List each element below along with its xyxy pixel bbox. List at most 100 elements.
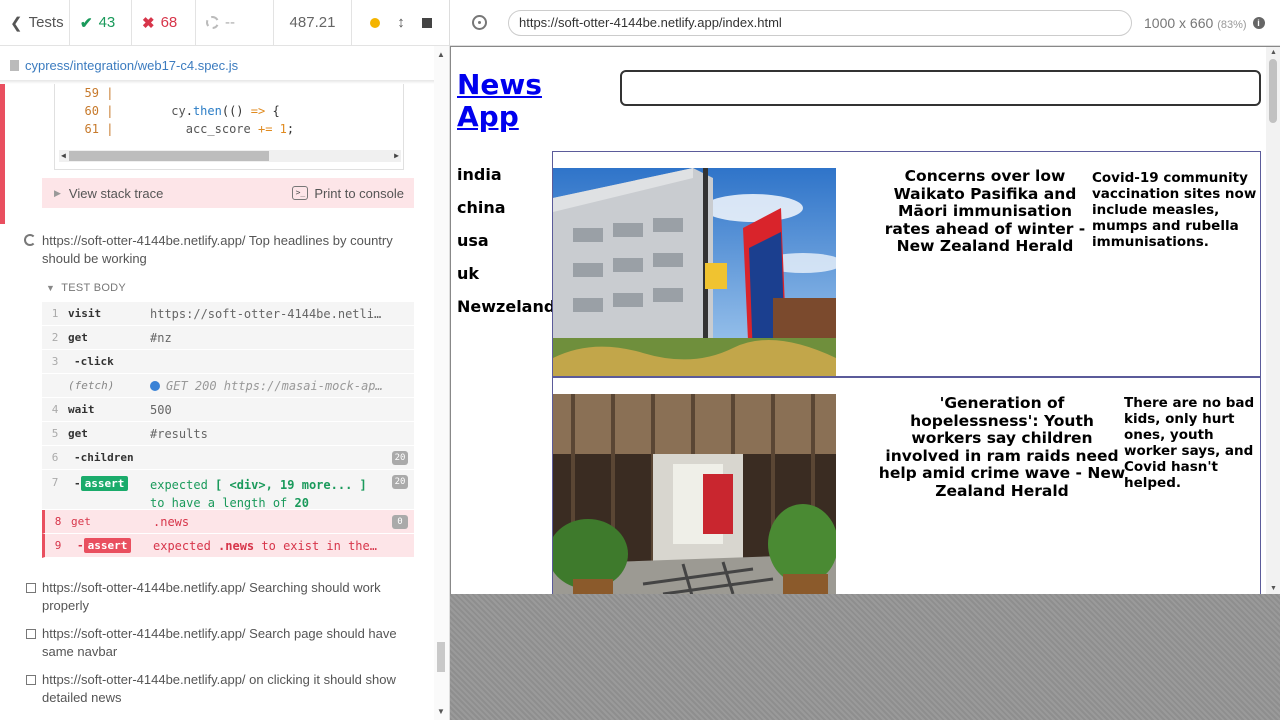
command-number: 6 — [51, 451, 59, 464]
command-row[interactable]: 2 get #nz — [42, 326, 414, 350]
running-test[interactable]: https://soft-otter-4144be.netlify.app/ T… — [24, 232, 404, 268]
code-horizontal-scrollbar[interactable]: ◀ ▶ — [59, 150, 401, 162]
element-count-badge: 0 — [392, 515, 408, 529]
reporter-panel: ❮ Tests ✔ 43 ✖ 68 -- 487.21 ↕ cypress/in… — [0, 0, 450, 720]
command-row[interactable]: 7 - assert expected [ <div>, 19 more... ]… — [42, 470, 414, 510]
search-input[interactable] — [620, 70, 1261, 106]
country-link-nz[interactable]: Newzeland — [457, 297, 555, 330]
scroll-right-icon[interactable]: ▶ — [394, 150, 399, 162]
pending-test-icon — [26, 675, 36, 685]
run-controls: ↕ — [352, 0, 449, 45]
fetch-message: GET 200 https://masai-mock-api.herokuapp… — [166, 378, 414, 393]
aut-iframe: News App india china usa uk Newzeland Co… — [451, 47, 1280, 594]
url-field[interactable]: https://soft-otter-4144be.netlify.app/in… — [508, 9, 1132, 36]
stop-icon[interactable] — [421, 17, 432, 28]
passed-count[interactable]: ✔ 43 — [70, 0, 132, 45]
app-logo-link[interactable]: News App — [457, 69, 557, 133]
country-link-uk[interactable]: uk — [457, 264, 555, 297]
scroll-up-icon[interactable]: ▲ — [437, 50, 445, 59]
code-line: 59 | — [84, 86, 114, 100]
results-container: Concerns over low Waikato Pasifika and M… — [552, 151, 1261, 594]
command-row[interactable]: 3 -click — [42, 350, 414, 374]
command-name: visit — [68, 307, 102, 320]
command-number: 3 — [51, 355, 59, 368]
pending-count[interactable]: -- — [196, 0, 274, 45]
element-count-badge: 20 — [392, 475, 408, 489]
command-number: 7 — [51, 476, 59, 489]
reporter-scrollbar[interactable]: ▲ ▼ — [434, 46, 449, 720]
scroll-left-icon[interactable]: ◀ — [61, 150, 66, 162]
pending-icon — [206, 16, 219, 29]
command-number: 2 — [51, 331, 59, 344]
command-message: expected [ <div>, 19 more... ] to have a… — [150, 478, 367, 510]
failed-value: 68 — [160, 14, 178, 31]
scroll-down-icon[interactable]: ▼ — [1270, 585, 1277, 592]
command-row-failed[interactable]: 8 get .news 0 — [42, 510, 414, 534]
command-row[interactable]: (fetch) GET 200 https://masai-mock-api.h… — [42, 374, 414, 398]
news-title: Concerns over low Waikato Pasifika and M… — [884, 167, 1086, 255]
app-logo-text: News App — [457, 68, 542, 133]
pending-test-title: https://soft-otter-4144be.netlify.app/ o… — [42, 672, 396, 705]
command-number: 4 — [51, 403, 59, 416]
command-row[interactable]: 5 get #results — [42, 422, 414, 446]
command-row-failed[interactable]: 9 - assert expected .news to exist in the… — [42, 534, 414, 558]
failed-count[interactable]: ✖ 68 — [132, 0, 196, 45]
element-count-badge: 20 — [392, 451, 408, 465]
command-name: -children — [74, 451, 134, 464]
url-bar: https://soft-otter-4144be.netlify.app/in… — [450, 0, 1280, 46]
command-message: 500 — [150, 402, 172, 417]
spinner-icon — [24, 234, 36, 246]
pending-test-title: https://soft-otter-4144be.netlify.app/ S… — [42, 626, 397, 659]
duration: 487.21 — [274, 0, 352, 45]
news-description: Covid-19 community vaccination sites now… — [1092, 170, 1257, 250]
scroll-down-icon[interactable]: ▼ — [437, 707, 445, 716]
command-row[interactable]: 1 visit https://soft-otter-4144be.netlif… — [42, 302, 414, 326]
command-name: (fetch) — [68, 379, 115, 392]
caret-right-icon: ▶ — [54, 187, 61, 198]
print-to-console-button[interactable]: >_ Print to console — [292, 186, 404, 201]
news-description: There are no bad kids, only hurt ones, y… — [1124, 395, 1255, 491]
command-row[interactable]: 4 wait 500 — [42, 398, 414, 422]
scrollbar-thumb[interactable] — [437, 642, 445, 672]
pending-value: -- — [225, 14, 235, 31]
app-scrollbar[interactable]: ▲ ▼ — [1266, 47, 1280, 594]
news-image-hospital — [553, 168, 836, 376]
country-link-china[interactable]: china — [457, 198, 555, 231]
spec-path-link[interactable]: cypress/integration/web17-c4.spec.js — [25, 58, 238, 73]
news-image-store — [553, 394, 836, 594]
pending-test[interactable]: https://soft-otter-4144be.netlify.app/ S… — [26, 625, 406, 661]
command-row[interactable]: 6 -children 20 — [42, 446, 414, 470]
stats-bar: ❮ Tests ✔ 43 ✖ 68 -- 487.21 ↕ — [0, 0, 449, 46]
country-link-india[interactable]: india — [457, 165, 555, 198]
view-stack-trace-label: View stack trace — [68, 185, 164, 201]
news-card[interactable]: Concerns over low Waikato Pasifika and M… — [552, 151, 1261, 377]
cross-icon: ✖ — [142, 14, 155, 32]
country-link-usa[interactable]: usa — [457, 231, 555, 264]
tests-label: Tests — [28, 14, 64, 31]
print-to-console-label: Print to console — [314, 185, 404, 201]
scroll-up-icon[interactable]: ▲ — [1270, 49, 1277, 56]
code-frame: 59 | 60 | cy.then(() => { 61 | acc_score… — [54, 84, 404, 170]
command-message: #results — [150, 426, 208, 441]
selector-playground-button[interactable] — [450, 15, 508, 30]
country-nav: india china usa uk Newzeland — [457, 165, 555, 330]
command-name: wait — [68, 403, 95, 416]
tests-button[interactable]: ❮ Tests — [0, 0, 70, 45]
viewport-size: 1000 x 660 — [1144, 14, 1214, 31]
command-message: https://soft-otter-4144be.netlify.app/in… — [150, 306, 414, 321]
pending-test[interactable]: https://soft-otter-4144be.netlify.app/ o… — [26, 671, 406, 707]
info-icon[interactable]: i — [1252, 16, 1265, 29]
command-log: 1 visit https://soft-otter-4144be.netlif… — [42, 302, 414, 558]
test-body-header[interactable]: ▼ TEST BODY — [46, 282, 126, 294]
scrollbar-thumb[interactable] — [69, 151, 269, 161]
command-message: expected .news to exist in the DOM — [153, 538, 399, 553]
pending-test[interactable]: https://soft-otter-4144be.netlify.app/ S… — [26, 579, 406, 615]
viewport-info: 1000 x 660 (83%) — [1144, 15, 1247, 31]
news-card[interactable]: 'Generation of hopelessness': Youth work… — [552, 377, 1261, 594]
request-status-icon — [150, 380, 160, 391]
pending-test-title: https://soft-otter-4144be.netlify.app/ S… — [42, 580, 381, 613]
scrollbar-thumb[interactable] — [1269, 59, 1277, 123]
autoscroll-icon[interactable]: ↕ — [397, 14, 405, 31]
file-icon — [10, 59, 19, 71]
view-stack-trace-toggle[interactable]: ▶ View stack trace — [54, 186, 163, 201]
